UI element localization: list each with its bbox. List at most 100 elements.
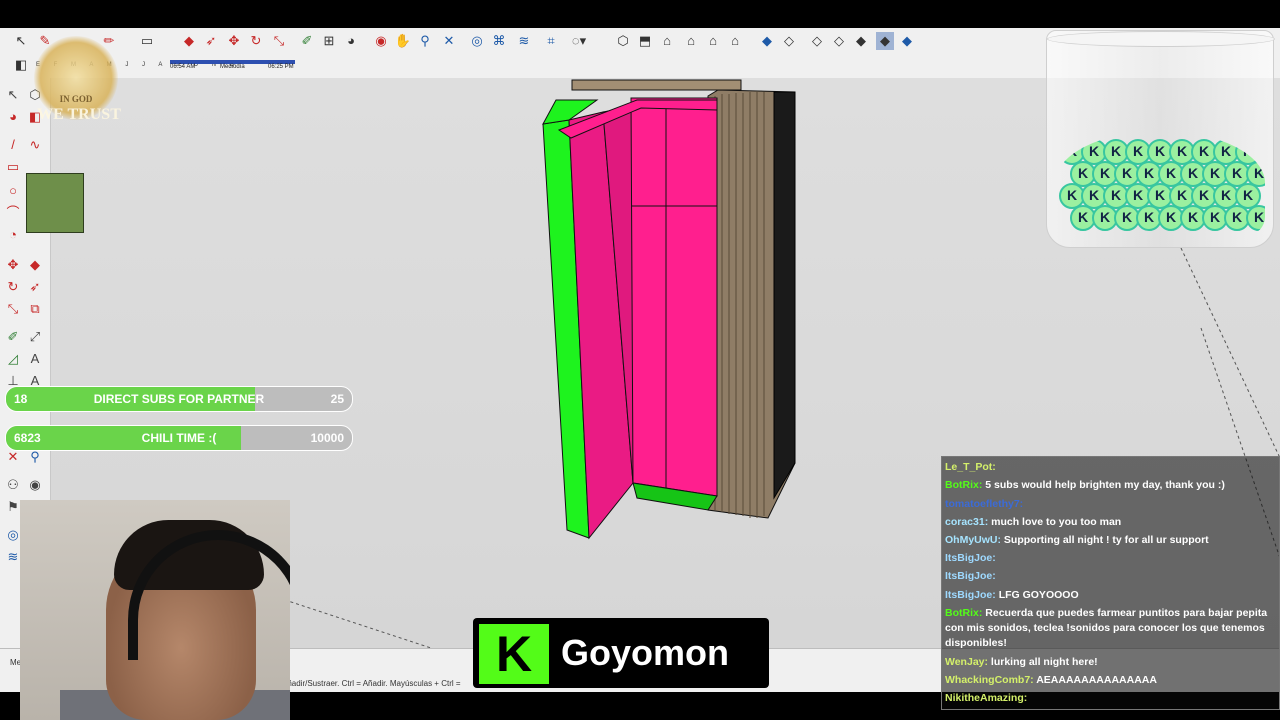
arc-icon[interactable]: ⌒ (4, 204, 22, 222)
chat-message: WenJay: lurking all night here! (945, 655, 1275, 670)
tape-icon[interactable]: ✐ (4, 328, 22, 346)
back-view-icon[interactable]: ⌂ (704, 32, 722, 50)
eraser-small-icon[interactable]: ◧ (12, 56, 30, 74)
shaded-textures-icon[interactable]: ◆ (876, 32, 894, 50)
rotate-tool-icon[interactable]: ↻ (4, 278, 22, 296)
dark-side-panel (773, 91, 796, 500)
top-view-icon[interactable]: ⬒ (636, 32, 654, 50)
xray-style-icon[interactable]: ◆ (758, 32, 776, 50)
hidden-line-icon[interactable]: ◇ (830, 32, 848, 50)
chat-username: BotRix: (945, 479, 983, 491)
xray-icon[interactable]: ◎ (468, 32, 486, 50)
subs-goal-bar: 18 DIRECT SUBS FOR PARTNER 25 (5, 386, 353, 412)
dimension-icon[interactable]: ⊞ (320, 32, 338, 50)
chat-text: much love to you too man (991, 516, 1122, 528)
chat-message: WhackingComb7: AEAAAAAAAAAAAAAA (945, 673, 1275, 688)
time-start-label: 06:54 AM (170, 64, 196, 70)
chat-username: ItsBigJoe: (945, 570, 996, 582)
line-icon[interactable]: / (4, 136, 22, 154)
section-cut-icon[interactable]: ⌗ (542, 32, 560, 50)
time-mid-label: Mediodía (220, 64, 245, 70)
walk-icon[interactable]: ⚇ (4, 476, 22, 494)
streamer-webcam (20, 500, 290, 720)
paint-bucket-icon[interactable]: ◕ (342, 32, 360, 50)
chat-message: Le_T_Pot: (945, 460, 1275, 475)
chat-message: tomatoeflethy7: (945, 497, 1275, 512)
dimension-tool-icon[interactable]: ⤢ (26, 328, 44, 346)
move-tool-icon[interactable]: ✥ (4, 256, 22, 274)
paint-icon[interactable]: ◕ (4, 108, 22, 126)
chat-username: tomatoeflethy7: (945, 498, 1024, 510)
chat-username: WhackingComb7: (945, 674, 1034, 686)
left-view-icon[interactable]: ⌂ (726, 32, 744, 50)
section-display-icon[interactable]: ≋ (515, 32, 533, 50)
chat-text: LFG GOYOOOO (998, 589, 1079, 601)
pie-icon[interactable]: ◔ (4, 226, 22, 244)
styles-dropdown-icon[interactable]: ◌▾ (570, 32, 588, 50)
chat-message: ItsBigJoe: (945, 551, 1275, 566)
stream-logo-badge: IN GOD WE TRUST (34, 36, 121, 123)
chat-username: OhMyUwU: (945, 534, 1001, 546)
chili-goal-title: CHILI TIME :( (141, 431, 217, 445)
follow-me-icon[interactable]: ➶ (202, 32, 220, 50)
tape-measure-icon[interactable]: ✐ (298, 32, 316, 50)
text-tool-icon[interactable]: A (26, 350, 44, 368)
back-edges-icon[interactable]: ◇ (780, 32, 798, 50)
circle-icon[interactable]: ○ (4, 182, 22, 200)
rotate-icon[interactable]: ↻ (247, 32, 265, 50)
orbit-icon[interactable]: ◉ (372, 32, 390, 50)
chat-username: ItsBigJoe: (945, 552, 996, 564)
jar-gems: KKKKKKKKKKKKKKKKKKKKKKKKKKKKKKKKKKKK (1055, 131, 1265, 235)
shaded-icon[interactable]: ◆ (852, 32, 870, 50)
chat-text: Recuerda que puedes farmear puntitos par… (945, 607, 1268, 649)
wireframe-icon[interactable]: ◇ (808, 32, 826, 50)
time-end-label: 06:25 PM (268, 64, 294, 70)
scale-tool-icon[interactable]: ⤡ (4, 300, 22, 318)
pink-back-panel (630, 97, 718, 497)
zoom-icon[interactable]: ⚲ (416, 32, 434, 50)
chat-message: ItsBigJoe: (945, 569, 1275, 584)
status-hint: Añadir/Sustraer. Ctrl = Añadir. Mayúscul… (282, 679, 461, 688)
chili-goal-bar: 6823 CHILI TIME :( 10000 (5, 425, 353, 451)
chat-text: 5 subs would help brighten my day, thank… (985, 479, 1225, 491)
push-pull-icon[interactable]: ◆ (180, 32, 198, 50)
select-icon[interactable]: ↖ (4, 86, 22, 104)
chat-username: Le_T_Pot: (945, 461, 996, 473)
chat-text: lurking all night here! (990, 656, 1098, 668)
chat-message: ItsBigJoe: LFG GOYOOOO (945, 588, 1275, 603)
logo-text-bottom: WE TRUST (37, 106, 121, 123)
chat-username: corac31: (945, 516, 989, 528)
streamer-name: Goyomon (561, 632, 729, 673)
chat-message: OhMyUwU: Supporting all night ! ty for a… (945, 533, 1275, 548)
chili-goal-target: 10000 (310, 431, 344, 445)
pushpull-tool-icon[interactable]: ◆ (26, 256, 44, 274)
kick-logo-icon: K (479, 624, 549, 684)
front-view-icon[interactable]: ⌂ (658, 32, 676, 50)
protractor-icon[interactable]: ◿ (4, 350, 22, 368)
monochrome-icon[interactable]: ◆ (898, 32, 916, 50)
chat-username: NikitheAmazing: (945, 692, 1028, 704)
offset-tool-icon[interactable]: ⧉ (26, 300, 44, 318)
followme-tool-icon[interactable]: ➶ (26, 278, 44, 296)
zoom-extents-icon[interactable]: ✕ (440, 32, 458, 50)
select-tool-icon[interactable]: ↖ (12, 32, 30, 50)
gem-jar-widget: KKKKKKKKKKKKKKKKKKKKKKKKKKKKKKKKKKKK (1046, 30, 1275, 248)
pan-icon[interactable]: ✋ (394, 32, 412, 50)
section-plane-icon[interactable]: ⌘ (490, 32, 508, 50)
rect-icon[interactable]: ▭ (4, 158, 22, 176)
stream-chat-box: Le_T_Pot: BotRix: 5 subs would help brig… (941, 456, 1280, 710)
iso-view-icon[interactable]: ⬡ (614, 32, 632, 50)
look-around-icon[interactable]: ◉ (26, 476, 44, 494)
chat-username: BotRix: (945, 607, 983, 619)
kick-gem-icon: K (1246, 205, 1265, 231)
scale-icon[interactable]: ⤡ (270, 32, 288, 50)
move-icon[interactable]: ✥ (225, 32, 243, 50)
chat-text: Supporting all night ! ty for all ur sup… (1003, 534, 1209, 546)
right-view-icon[interactable]: ⌂ (682, 32, 700, 50)
chat-text: AEAAAAAAAAAAAAAA (1036, 674, 1157, 686)
chat-username: WenJay: (945, 656, 988, 668)
chat-username: ItsBigJoe: (945, 589, 996, 601)
freehand-icon[interactable]: ∿ (26, 136, 44, 154)
rectangle-icon[interactable]: ▭ (138, 32, 156, 50)
troll-avatar-image (26, 173, 84, 233)
